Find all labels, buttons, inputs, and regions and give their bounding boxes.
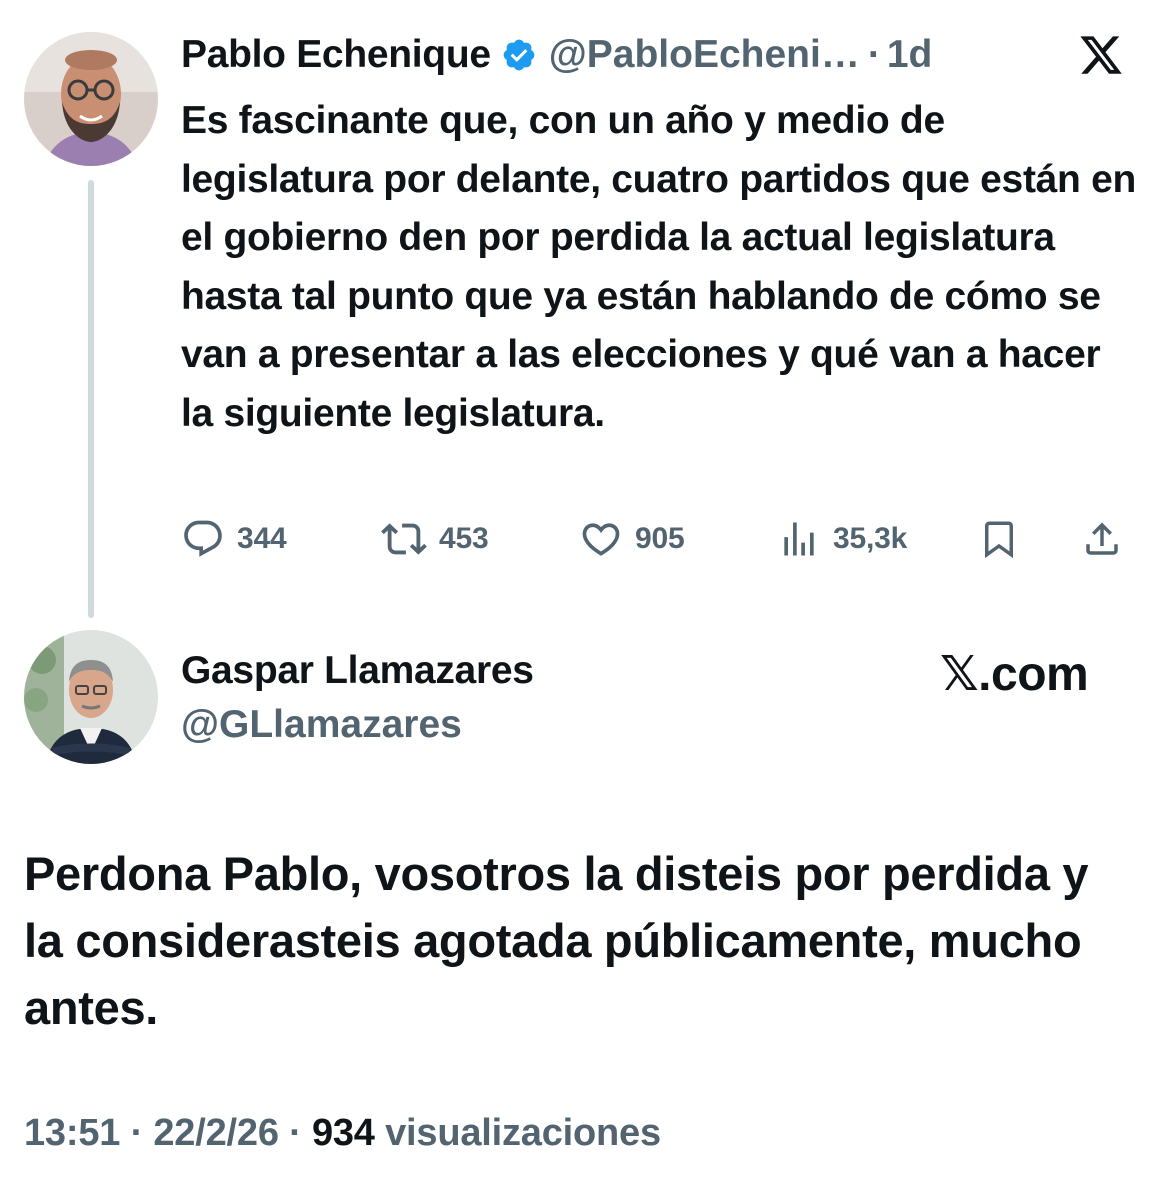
reply-button[interactable]: 344 <box>181 514 287 564</box>
share-icon <box>1086 522 1118 555</box>
reply-views-count: 934 <box>311 1112 375 1154</box>
repost-count: 453 <box>439 522 489 555</box>
author-avatar-pablo[interactable] <box>24 32 158 166</box>
tweet-time-ago[interactable]: 1d <box>887 33 933 77</box>
reply-count: 344 <box>237 522 287 555</box>
reply-text: Perdona Pablo, vosotros la disteis por p… <box>24 847 1089 1034</box>
like-count: 905 <box>635 522 685 555</box>
thread-line <box>88 180 94 618</box>
author-avatar-gaspar[interactable] <box>24 630 158 764</box>
x-logo-icon[interactable] <box>1078 32 1124 78</box>
reply-time[interactable]: 13:51 <box>24 1112 120 1154</box>
avatar-photo-pablo <box>24 32 158 166</box>
repost-button[interactable]: 453 <box>381 514 489 564</box>
verified-badge-icon <box>501 37 537 73</box>
author-name[interactable]: Pablo Echenique <box>181 33 491 77</box>
reply-date[interactable]: 22/2/26 <box>153 1112 279 1154</box>
reply-author-name[interactable]: Gaspar Llamazares <box>181 646 534 696</box>
author-handle[interactable]: @PabloEcheni… <box>549 33 860 77</box>
views-count: 35,3k <box>833 522 908 555</box>
views-icon <box>784 522 814 556</box>
reply-meta: 13:51 · 22/2/26 · 934 visualizaciones <box>24 1112 661 1154</box>
bookmark-button[interactable] <box>978 514 1020 564</box>
x-com-brand: 𝕏.com <box>940 648 1089 701</box>
views-button[interactable]: 35,3k <box>777 514 907 564</box>
tweet-action-bar: 344 453 905 35,3k <box>181 514 1141 564</box>
bookmark-icon <box>985 521 1013 559</box>
reply-icon <box>184 520 222 557</box>
like-button[interactable]: 905 <box>579 514 685 564</box>
reply-author-handle[interactable]: @GLlamazares <box>181 700 462 750</box>
reply-views-label: visualizaciones <box>385 1112 661 1154</box>
repost-icon <box>381 523 427 555</box>
tweet-header: Pablo Echenique @PabloEcheni… · 1d <box>181 30 932 80</box>
share-button[interactable] <box>1081 514 1123 564</box>
avatar-photo-gaspar <box>24 630 158 764</box>
header-separator: · <box>867 33 881 76</box>
heart-icon <box>582 523 620 556</box>
tweet-text: Es fascinante que, con un año y medio de… <box>181 99 1136 435</box>
